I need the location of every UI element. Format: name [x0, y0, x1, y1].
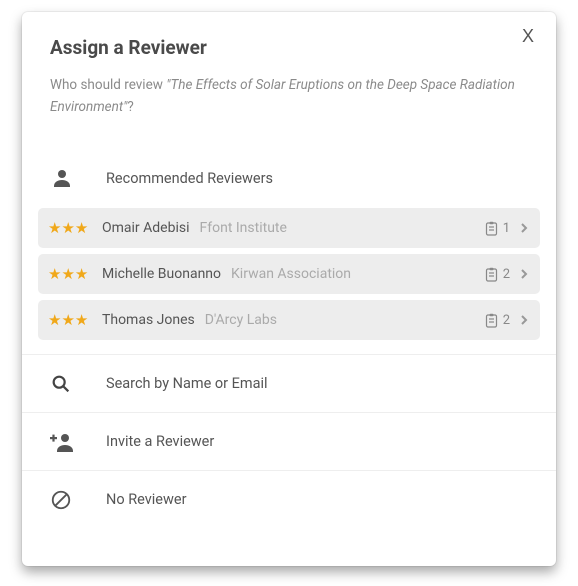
reviewer-name: Michelle Buonanno: [102, 266, 221, 282]
clipboard-icon: [485, 267, 498, 282]
count-value: 2: [503, 313, 510, 328]
count-value: 1: [503, 221, 510, 236]
assignment-count: 1: [485, 221, 510, 236]
reviewer-affiliation: Ffont Institute: [200, 220, 287, 236]
search-option[interactable]: Search by Name or Email: [22, 354, 556, 412]
assignment-count: 2: [485, 267, 510, 282]
modal-title: Assign a Reviewer: [22, 36, 556, 59]
invite-option[interactable]: Invite a Reviewer: [22, 412, 556, 470]
star-rating: ★★★: [48, 219, 102, 237]
invite-label: Invite a Reviewer: [106, 433, 214, 450]
count-value: 2: [503, 267, 510, 282]
search-label: Search by Name or Email: [106, 375, 268, 392]
modal-subtitle: Who should review "The Effects of Solar …: [22, 75, 556, 118]
no-reviewer-option[interactable]: No Reviewer: [22, 470, 556, 528]
reviewer-row[interactable]: ★★★ Omair Adebisi Ffont Institute 1: [38, 208, 540, 248]
recommended-reviewers-header: Recommended Reviewers: [22, 152, 556, 204]
person-add-icon: [50, 431, 106, 453]
chevron-right-icon: [520, 314, 530, 326]
reviewer-name: Thomas Jones: [102, 312, 195, 328]
reviewer-affiliation: Kirwan Association: [231, 266, 351, 282]
chevron-right-icon: [520, 222, 530, 234]
prohibit-icon: [50, 489, 106, 511]
assignment-count: 2: [485, 313, 510, 328]
close-button[interactable]: X: [522, 26, 534, 47]
clipboard-icon: [485, 221, 498, 236]
clipboard-icon: [485, 313, 498, 328]
star-rating: ★★★: [48, 265, 102, 283]
reviewer-affiliation: D'Arcy Labs: [205, 312, 277, 328]
recommended-label: Recommended Reviewers: [106, 170, 273, 187]
chevron-right-icon: [520, 268, 530, 280]
no-reviewer-label: No Reviewer: [106, 491, 186, 508]
reviewer-row[interactable]: ★★★ Michelle Buonanno Kirwan Association…: [38, 254, 540, 294]
subtitle-suffix: ?: [127, 99, 133, 115]
reviewer-list: ★★★ Omair Adebisi Ffont Institute 1 ★★★ …: [22, 204, 556, 354]
star-rating: ★★★: [48, 311, 102, 329]
reviewer-name: Omair Adebisi: [102, 220, 190, 236]
subtitle-prefix: Who should review: [50, 77, 166, 93]
person-icon: [50, 166, 106, 190]
reviewer-row[interactable]: ★★★ Thomas Jones D'Arcy Labs 2: [38, 300, 540, 340]
search-icon: [50, 373, 106, 395]
assign-reviewer-modal: X Assign a Reviewer Who should review "T…: [22, 12, 556, 566]
